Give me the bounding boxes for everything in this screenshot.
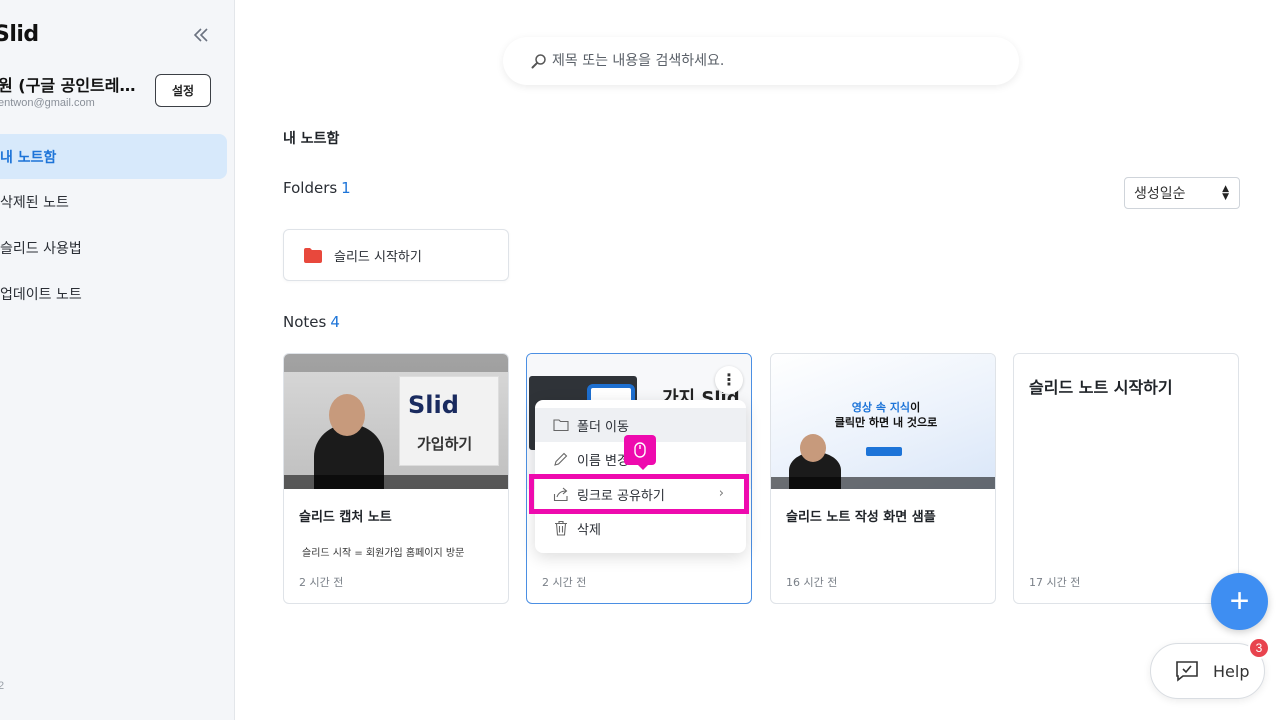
sidebar-item-deleted-notes[interactable]: 삭제된 노트 [0,179,227,224]
menu-item-delete[interactable]: 삭제 [535,511,746,545]
notification-badge: 3 [1248,637,1270,659]
help-label: Help [1213,661,1250,681]
menu-item-label: 이름 변경 [577,453,629,469]
folder-card[interactable]: 슬리드 시작하기 [283,229,509,281]
search-bar[interactable] [503,37,1019,85]
thumbnail-panel: Slid 가입하기 [399,376,499,466]
collapse-sidebar-icon[interactable] [190,22,212,48]
folders-label: Folders [283,179,338,197]
more-options-icon[interactable]: ⋮ [715,366,743,394]
note-title: 슬리드 노트 작성 화면 샘플 [786,510,936,525]
trash-icon [555,520,567,536]
folders-count: 1 [341,179,351,197]
sidebar-footer-text: 2 [0,680,5,692]
video-controls-bar [284,475,508,489]
headline-rest: 이 [910,401,921,414]
mouse-click-icon [624,435,656,470]
presenter-head [800,434,826,462]
notes-count: 4 [330,313,340,331]
share-icon [553,487,568,502]
note-card[interactable]: 슬리드 노트 시작하기 17 시간 전 [1013,353,1239,604]
sidebar-item-label: 내 노트함 [0,149,57,166]
app-logo: Slid [0,22,39,47]
profile-name: 원 (구글 공인트레… [0,76,136,95]
note-card[interactable]: Slid 가입하기 슬리드 캡처 노트 슬리드 시작 = 회원가입 홈페이지 방… [283,353,509,604]
headline-highlight: 영상 속 지식 [851,401,911,414]
note-time: 17 시간 전 [1029,576,1081,589]
settings-button[interactable]: 설정 [155,74,211,107]
thumbnail-subtext: 가입하기 [417,435,473,453]
folder-label: 슬리드 시작하기 [334,249,422,265]
menu-item-share-link[interactable]: 링크로 공유하기 › [535,477,746,511]
note-card[interactable]: 영상 속 지식이 클릭만 하면 내 것으로 슬리드 노트 작성 화면 샘플 16… [770,353,996,604]
profile-email: entwon@gmail.com [0,97,95,109]
search-input[interactable] [552,53,992,69]
folder-outline-icon [553,419,569,432]
thumbnail-headline: 영상 속 지식이 클릭만 하면 내 것으로 [811,400,961,430]
folders-heading: Folders 1 [283,179,351,197]
video-controls-bar [771,477,995,489]
note-thumbnail: 영상 속 지식이 클릭만 하면 내 것으로 [771,354,995,489]
add-note-button[interactable]: + [1211,573,1268,630]
folder-icon [304,247,322,263]
video-topbar [284,354,508,372]
notes-heading: Notes 4 [283,313,340,331]
sidebar-item-update-notes[interactable]: 업데이트 노트 [0,271,227,316]
menu-item-label: 폴더 이동 [577,419,629,435]
sidebar-item-label: 삭제된 노트 [0,194,69,211]
search-icon [531,54,546,69]
chat-check-icon [1176,661,1198,682]
sort-select[interactable]: 생성일순 ▲ ▼ [1124,177,1240,209]
sort-selected-value: 생성일순 [1134,186,1186,202]
note-time: 16 시간 전 [786,576,838,589]
sidebar-item-label: 슬리드 사용법 [0,240,82,257]
note-context-menu: 폴더 이동 이름 변경 링크로 공유하기 › 삭제 [535,400,746,553]
page-title: 내 노트함 [283,131,340,147]
sidebar: Slid 원 (구글 공인트레… entwon@gmail.com 설정 내 노… [0,0,235,720]
note-body: 슬리드 시작 = 회원가입 홈페이지 방문 [302,548,465,559]
thumbnail-logo-text: Slid [408,391,459,419]
menu-item-label: 삭제 [577,522,601,538]
sidebar-item-how-to-use[interactable]: 슬리드 사용법 [0,225,227,270]
menu-item-label: 링크로 공유하기 [577,488,665,504]
headline-line2: 클릭만 하면 내 것으로 [834,416,938,429]
chevron-right-icon: › [718,486,724,501]
pencil-icon [554,452,568,466]
sidebar-item-my-notes[interactable]: 내 노트함 [0,134,227,179]
presenter-head [329,394,365,436]
note-title: 슬리드 캡처 노트 [299,510,392,525]
sort-arrows-icon: ▲ ▼ [1222,184,1229,202]
note-thumbnail: Slid 가입하기 [284,354,508,489]
note-time: 2 시간 전 [542,576,587,589]
sidebar-item-label: 업데이트 노트 [0,286,82,303]
notes-label: Notes [283,313,327,331]
thumbnail-button [866,447,902,456]
note-title: 슬리드 노트 시작하기 [1029,378,1173,397]
note-time: 2 시간 전 [299,576,344,589]
